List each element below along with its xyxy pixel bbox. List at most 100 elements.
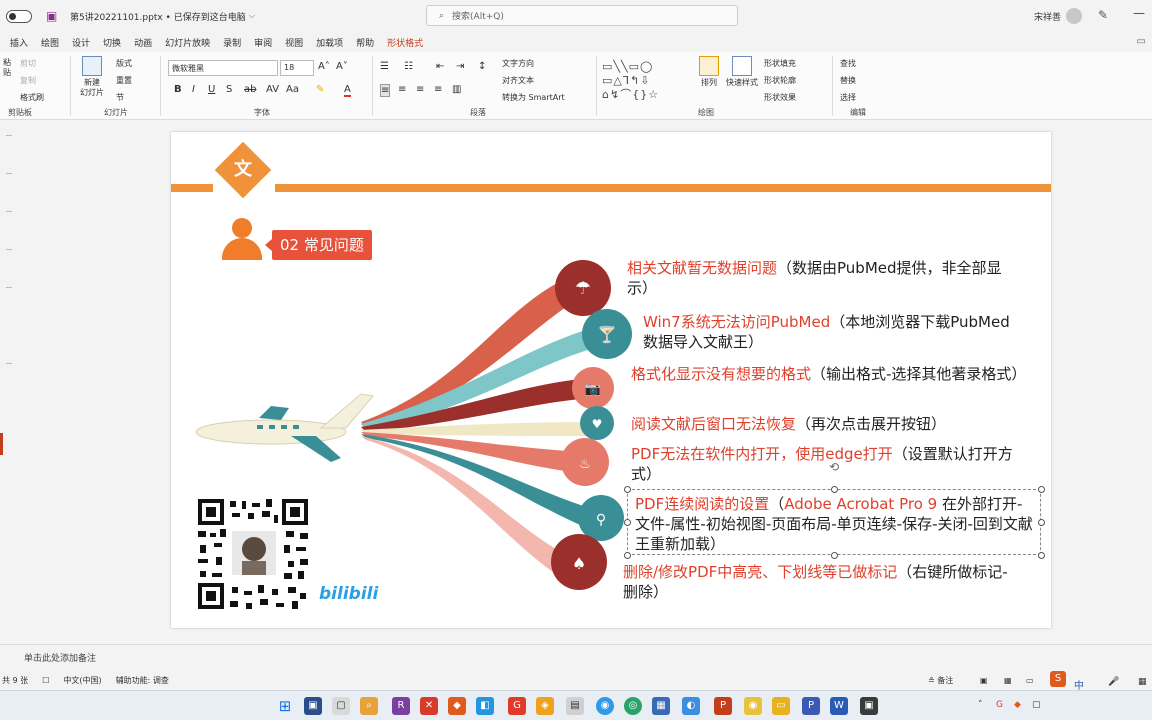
- resize-handle[interactable]: [1038, 486, 1045, 493]
- grid-icon[interactable]: ▦: [1138, 677, 1147, 687]
- tray-chevron-icon[interactable]: ˄: [978, 700, 983, 710]
- char-spacing-icon[interactable]: AV: [266, 84, 279, 95]
- tab-transitions[interactable]: 切换: [103, 36, 121, 49]
- sogou-ime-icon[interactable]: S: [1050, 671, 1066, 687]
- smartart-button[interactable]: 转换为 SmartArt: [502, 92, 565, 103]
- spellcheck-icon[interactable]: ☐: [42, 676, 49, 685]
- font-size-select[interactable]: 18: [280, 60, 314, 76]
- shapes-gallery[interactable]: ▭╲╲▭◯ ▭△⅂↰⇩ ⌂↯⌒{}☆: [602, 60, 692, 106]
- tab-addins[interactable]: 加载项: [316, 36, 343, 49]
- minimize-icon[interactable]: —: [1133, 6, 1145, 20]
- folder-icon[interactable]: ▭: [772, 697, 790, 715]
- tab-slideshow[interactable]: 幻灯片放映: [165, 36, 210, 49]
- decrease-indent-icon[interactable]: ⇤: [436, 61, 444, 72]
- cut-button[interactable]: 剪切: [20, 58, 36, 69]
- font-color-icon[interactable]: A: [344, 84, 351, 97]
- chevron-down-icon[interactable]: ⌵: [249, 11, 255, 21]
- slide-canvas[interactable]: 文 02 常见问题 ☂ 🍸 📷 ♥ ♨ ⚲ ♠ 相关文献暂无数据问题（数据由Pu…: [171, 132, 1051, 628]
- select-button[interactable]: 选择: [840, 92, 856, 103]
- tray-app-icon[interactable]: ▢: [1032, 700, 1041, 710]
- search-app-icon[interactable]: ⌕: [360, 697, 378, 715]
- app-icon[interactable]: ◐: [682, 697, 700, 715]
- ime-mode[interactable]: 中: [1074, 677, 1084, 692]
- copy-button[interactable]: 复制: [20, 75, 36, 86]
- resize-handle[interactable]: [1038, 519, 1045, 526]
- line-spacing-icon[interactable]: ↕: [478, 61, 486, 72]
- replace-button[interactable]: 替换: [840, 75, 856, 86]
- app-icon[interactable]: ▢: [332, 697, 350, 715]
- align-left-icon[interactable]: ≡: [380, 84, 391, 97]
- reset-button[interactable]: 重置: [116, 75, 132, 86]
- app-icon[interactable]: R: [392, 697, 410, 715]
- thumbnail-marker[interactable]: [6, 135, 12, 136]
- windows-start-icon[interactable]: ⊞: [276, 697, 294, 715]
- highlight-icon[interactable]: ✎: [316, 84, 324, 95]
- columns-icon[interactable]: ▥: [452, 84, 461, 95]
- search-input[interactable]: ⌕ 搜索(Alt+Q): [426, 5, 738, 26]
- shape-fill-button[interactable]: 形状填充: [764, 58, 796, 69]
- selection-box[interactable]: [627, 489, 1041, 555]
- microphone-icon[interactable]: 🎤: [1108, 677, 1119, 687]
- app-icon[interactable]: ▣: [860, 697, 878, 715]
- app-icon[interactable]: ◧: [476, 697, 494, 715]
- tab-help[interactable]: 帮助: [356, 36, 374, 49]
- tab-view[interactable]: 视图: [285, 36, 303, 49]
- language-indicator[interactable]: 中文(中国): [63, 675, 101, 686]
- arrange-button[interactable]: 排列: [698, 56, 720, 88]
- avatar[interactable]: [1066, 8, 1082, 24]
- shadow-icon[interactable]: S: [226, 84, 232, 95]
- word-icon[interactable]: W: [830, 697, 848, 715]
- underline-icon[interactable]: U: [208, 84, 215, 95]
- resize-handle[interactable]: [624, 486, 631, 493]
- app-icon[interactable]: ◆: [448, 697, 466, 715]
- notes-button[interactable]: ≗ 备注: [928, 675, 953, 686]
- chrome-icon[interactable]: ◉: [596, 697, 614, 715]
- list-item[interactable]: Win7系统无法访问PubMed（本地浏览器下载PubMed数据导入文献王）: [643, 312, 1013, 352]
- change-case-icon[interactable]: Aa: [286, 84, 299, 95]
- app-icon[interactable]: ▣: [304, 697, 322, 715]
- powerpoint-icon[interactable]: P: [714, 697, 732, 715]
- align-center-icon[interactable]: ≡: [398, 84, 406, 95]
- new-slide-button[interactable]: 新建 幻灯片: [76, 56, 108, 98]
- document-title[interactable]: 第5讲20221101.pptx • 已保存到这台电脑: [70, 10, 246, 23]
- app-icon[interactable]: ✕: [420, 697, 438, 715]
- thumbnail-marker[interactable]: [6, 287, 12, 288]
- font-family-select[interactable]: 微软雅黑: [168, 60, 278, 76]
- decrease-font-icon[interactable]: A˅: [336, 61, 348, 72]
- wechat-icon[interactable]: ◎: [624, 697, 642, 715]
- align-right-icon[interactable]: ≡: [416, 84, 424, 95]
- rotate-handle-icon[interactable]: ⟲: [829, 460, 839, 474]
- thumbnail-marker[interactable]: [6, 363, 12, 364]
- find-button[interactable]: 查找: [840, 58, 856, 69]
- reading-view-icon[interactable]: ▭: [1026, 676, 1034, 685]
- resize-handle[interactable]: [831, 486, 838, 493]
- bold-icon[interactable]: B: [174, 84, 182, 95]
- resize-handle[interactable]: [831, 552, 838, 559]
- bullets-icon[interactable]: ☰: [380, 61, 389, 72]
- text-direction-button[interactable]: 文字方向: [502, 58, 534, 69]
- slide-thumbnail-strip[interactable]: [0, 121, 14, 641]
- app-icon[interactable]: ◉: [744, 697, 762, 715]
- justify-icon[interactable]: ≡: [434, 84, 442, 95]
- increase-font-icon[interactable]: A˄: [318, 61, 330, 72]
- normal-view-icon[interactable]: ▣: [980, 676, 988, 685]
- strikethrough-icon[interactable]: ab: [244, 84, 256, 95]
- tab-design[interactable]: 设计: [72, 36, 90, 49]
- thumbnail-marker[interactable]: [6, 173, 12, 174]
- section-button[interactable]: 节: [116, 92, 124, 103]
- app-icon[interactable]: ▤: [566, 697, 584, 715]
- tab-shape-format[interactable]: 形状格式: [387, 36, 423, 49]
- tray-app-icon[interactable]: ◆: [1014, 700, 1021, 710]
- quick-styles-button[interactable]: 快速样式: [724, 56, 760, 88]
- user-name[interactable]: 宋祥善: [1034, 10, 1061, 23]
- tab-draw[interactable]: 绘图: [41, 36, 59, 49]
- resize-handle[interactable]: [624, 519, 631, 526]
- format-painter-button[interactable]: 格式刷: [20, 92, 44, 103]
- paste-button[interactable]: 粘贴: [0, 58, 14, 78]
- app-icon[interactable]: ▦: [652, 697, 670, 715]
- resize-handle[interactable]: [1038, 552, 1045, 559]
- app-icon[interactable]: P: [802, 697, 820, 715]
- align-text-button[interactable]: 对齐文本: [502, 75, 534, 86]
- shape-outline-button[interactable]: 形状轮廓: [764, 75, 796, 86]
- toggle-switch[interactable]: [6, 9, 32, 23]
